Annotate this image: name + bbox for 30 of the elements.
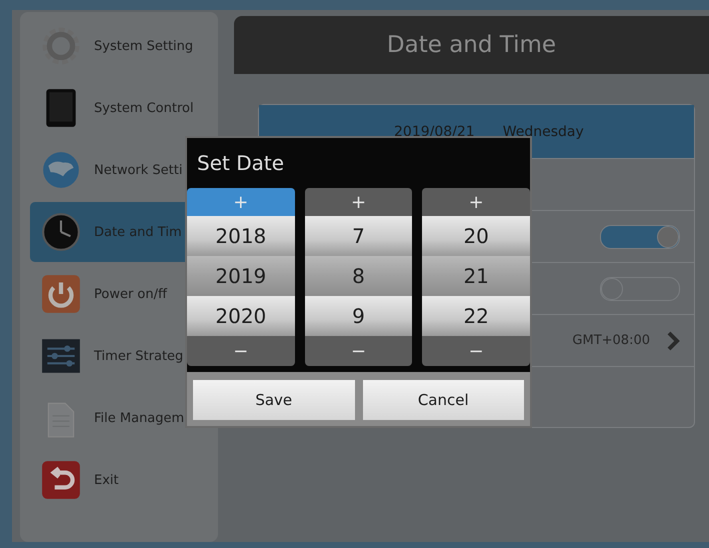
sidebar-item[interactable]: Exit xyxy=(30,450,218,510)
picker-value[interactable]: 20 xyxy=(422,216,530,256)
picker-value[interactable]: 22 xyxy=(422,296,530,336)
toggle-switch[interactable] xyxy=(600,224,680,248)
increment-button[interactable]: + xyxy=(187,188,295,216)
globe-icon xyxy=(40,149,82,191)
increment-button[interactable]: + xyxy=(304,188,412,216)
sidebar-item[interactable]: System Setting xyxy=(30,16,218,76)
timezone-value: GMT+08:00 xyxy=(572,333,650,348)
picker-value[interactable]: 9 xyxy=(304,296,412,336)
picker-value[interactable]: 2018 xyxy=(187,216,295,256)
decrement-button[interactable]: − xyxy=(187,336,295,366)
cancel-button[interactable]: Cancel xyxy=(362,380,524,420)
clock-icon xyxy=(40,211,82,253)
decrement-button[interactable]: − xyxy=(304,336,412,366)
decrement-button[interactable]: − xyxy=(422,336,530,366)
increment-button[interactable]: + xyxy=(422,188,530,216)
picker-value[interactable]: 7 xyxy=(304,216,412,256)
chevron-right-icon[interactable] xyxy=(666,330,680,352)
save-button[interactable]: Save xyxy=(193,380,354,420)
weekday-value: Wednesday xyxy=(502,124,584,140)
picker-value[interactable]: 2020 xyxy=(187,296,295,336)
power-icon xyxy=(40,273,82,315)
date-value: 2019/08/21 xyxy=(394,124,475,140)
picker-value[interactable]: 8 xyxy=(304,256,412,296)
page-title: Date and Time xyxy=(386,32,556,58)
picker-value[interactable]: 2019 xyxy=(187,256,295,296)
exit-icon xyxy=(40,459,82,501)
picker-value[interactable]: 21 xyxy=(422,256,530,296)
sidebar-item[interactable]: System Control xyxy=(30,78,218,138)
